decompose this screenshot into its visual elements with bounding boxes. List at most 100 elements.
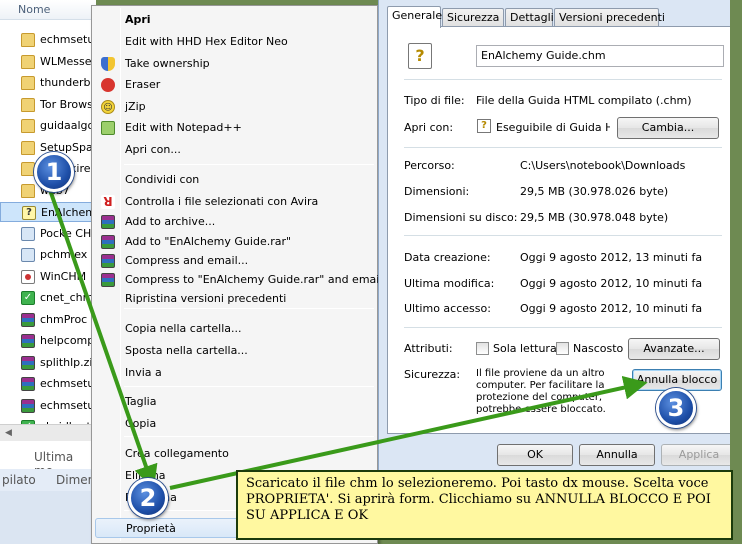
tipo-file-value: File della Guida HTML compilato (.chm) xyxy=(476,94,692,107)
avanzate-button[interactable]: Avanzate... xyxy=(628,338,720,360)
menu-item-controlla-i-file-selezionati-con-avira[interactable]: ꓤ Controlla i file selezionati con Avira xyxy=(95,192,374,212)
file-item[interactable]: splithlp.zi xyxy=(0,353,96,373)
folder-icon xyxy=(21,140,35,155)
menu-item-ripristina-versioni-precedenti[interactable]: Ripristina versioni precedenti xyxy=(95,289,374,309)
menu-item-label: Apri xyxy=(125,13,151,26)
sola-lettura-checkbox[interactable] xyxy=(476,342,489,355)
apri-con-label: Apri con: xyxy=(404,121,454,134)
file-item[interactable]: Tor Brows xyxy=(0,95,96,115)
menu-separator xyxy=(124,164,374,165)
menu-item-label: Add to "EnAlchemy Guide.rar" xyxy=(125,235,292,248)
instruction-note: Scaricato il file chm lo selezioneremo. … xyxy=(236,470,733,540)
tab-versioni-precedenti[interactable]: Versioni precedenti xyxy=(554,8,665,27)
menu-item-label: Take ownership xyxy=(125,57,210,70)
nascosto-label[interactable]: Nascosto xyxy=(573,342,623,355)
divider xyxy=(404,79,722,80)
menu-item-add-to-enalchemy-guide-rar[interactable]: Add to "EnAlchemy Guide.rar" xyxy=(95,232,374,252)
step-3-badge: 3 xyxy=(656,388,696,428)
file-name-field[interactable]: EnAlchemy Guide.chm xyxy=(476,45,724,67)
setup-icon xyxy=(21,226,35,241)
menu-item-apri-con[interactable]: Apri con... xyxy=(95,140,374,160)
right-frame xyxy=(730,0,742,544)
menu-item-add-to-archive[interactable]: Add to archive... xyxy=(95,212,374,232)
file-item[interactable]: thunderb xyxy=(0,73,96,93)
menu-separator xyxy=(124,308,374,309)
menu-item-eraser[interactable]: Eraser xyxy=(95,75,374,95)
menu-item-jzip[interactable]: ☺ jZip xyxy=(95,97,374,117)
file-name: echmsetu xyxy=(40,33,95,46)
tab-sicurezza[interactable]: Sicurezza xyxy=(442,8,504,27)
file-item[interactable]: WinCHM xyxy=(0,267,96,287)
menu-item-apri[interactable]: Apri xyxy=(95,10,374,30)
menu-item-label: Apri con... xyxy=(125,143,181,156)
chm-file-icon: ? xyxy=(408,43,432,69)
menu-item-invia-a[interactable]: Invia a xyxy=(95,363,374,383)
file-item[interactable]: echmsetu xyxy=(0,374,96,394)
menu-item-edit-with-notepad[interactable]: Edit with Notepad++ xyxy=(95,118,374,138)
ultima-modifica-value: Oggi 9 agosto 2012, 10 minuti fa xyxy=(520,277,703,290)
file-item[interactable]: pchm.ex xyxy=(0,245,96,265)
details-pane xyxy=(0,491,96,544)
menu-item-label: Condividi con xyxy=(125,173,200,186)
shield-icon xyxy=(101,57,115,71)
sola-lettura-label[interactable]: Sola lettura xyxy=(493,342,557,355)
file-name: cnet_chm xyxy=(40,291,94,304)
folder-icon xyxy=(21,33,35,47)
menu-item-copia[interactable]: Copia xyxy=(95,414,374,434)
file-item[interactable]: helpcomp xyxy=(0,331,96,351)
menu-item-taglia[interactable]: Taglia xyxy=(95,392,374,412)
menu-item-crea-collegamento[interactable]: Crea collegamento xyxy=(95,444,374,464)
menu-item-edit-with-hhd-hex-editor-neo[interactable]: Edit with HHD Hex Editor Neo xyxy=(95,32,374,52)
nascosto-checkbox[interactable] xyxy=(556,342,569,355)
file-item[interactable]: echmsetu xyxy=(0,30,96,50)
chm-red-icon xyxy=(21,269,35,284)
menu-item-label: Sposta nella cartella... xyxy=(125,344,248,357)
ok-button[interactable]: OK xyxy=(497,444,573,466)
applica-button[interactable]: Applica xyxy=(661,444,737,466)
file-item[interactable]: Pocke CH xyxy=(0,224,96,244)
menu-item-sposta-nella-cartella[interactable]: Sposta nella cartella... xyxy=(95,341,374,361)
menu-item-label: Proprietà xyxy=(126,522,176,535)
cambia-button[interactable]: Cambia... xyxy=(617,117,719,139)
menu-item-compress-to-enalchemy-guide-rar-and-email[interactable]: Compress to "EnAlchemy Guide.rar" and em… xyxy=(95,270,382,290)
column-header-name[interactable]: Nome xyxy=(0,0,96,20)
annulla-button[interactable]: Annulla xyxy=(579,444,655,466)
notepad-icon xyxy=(101,121,115,135)
file-item[interactable]: WLMesse xyxy=(0,52,96,72)
chm-app-icon: ? xyxy=(477,119,491,133)
file-item[interactable]: echmsetu xyxy=(0,396,96,416)
winrar-icon xyxy=(101,254,115,268)
menu-item-label: Crea collegamento xyxy=(125,447,229,460)
file-name: thunderb xyxy=(40,76,91,89)
file-name: chmProc xyxy=(40,312,88,326)
file-name: EnAlchem xyxy=(41,206,96,219)
ultimo-accesso-value: Oggi 9 agosto 2012, 10 minuti fa xyxy=(520,302,703,315)
file-name: guidaalgo xyxy=(40,119,95,132)
menu-item-copia-nella-cartella[interactable]: Copia nella cartella... xyxy=(95,319,374,339)
ultima-modifica-label: Ultima modifica: xyxy=(404,277,495,290)
file-item[interactable]: ✓ cnet_chm xyxy=(0,288,96,308)
file-name: echmsetu xyxy=(40,377,95,390)
file-item[interactable]: ? EnAlchem xyxy=(0,202,96,222)
dimensioni-value: 29,5 MB (30.978.026 byte) xyxy=(520,185,669,198)
winrar-icon xyxy=(101,215,115,229)
menu-item-condividi-con[interactable]: Condividi con xyxy=(95,170,374,190)
menu-separator xyxy=(124,436,374,437)
file-item[interactable]: guidaalgo xyxy=(0,116,96,136)
rar-icon xyxy=(21,355,35,370)
divider xyxy=(404,147,722,148)
menu-item-compress-and-email[interactable]: Compress and email... xyxy=(95,251,374,271)
ultimo-accesso-label: Ultimo accesso: xyxy=(404,302,491,315)
horizontal-scrollbar[interactable]: ◀ xyxy=(0,424,96,441)
menu-item-take-ownership[interactable]: Take ownership xyxy=(95,54,374,74)
jzip-icon: ☺ xyxy=(101,100,115,114)
tipo-file-label: Tipo di file: xyxy=(404,94,465,107)
tab-dettagli[interactable]: Dettagli xyxy=(505,8,554,27)
rar-icon xyxy=(21,398,35,413)
file-name: Pocke CH xyxy=(40,226,92,240)
tab-generale[interactable]: Generale xyxy=(387,6,442,28)
chm-file-icon: ? xyxy=(22,206,36,220)
file-item[interactable]: chmProc xyxy=(0,310,96,330)
rar-icon xyxy=(21,377,35,391)
eraser-icon xyxy=(101,78,115,92)
